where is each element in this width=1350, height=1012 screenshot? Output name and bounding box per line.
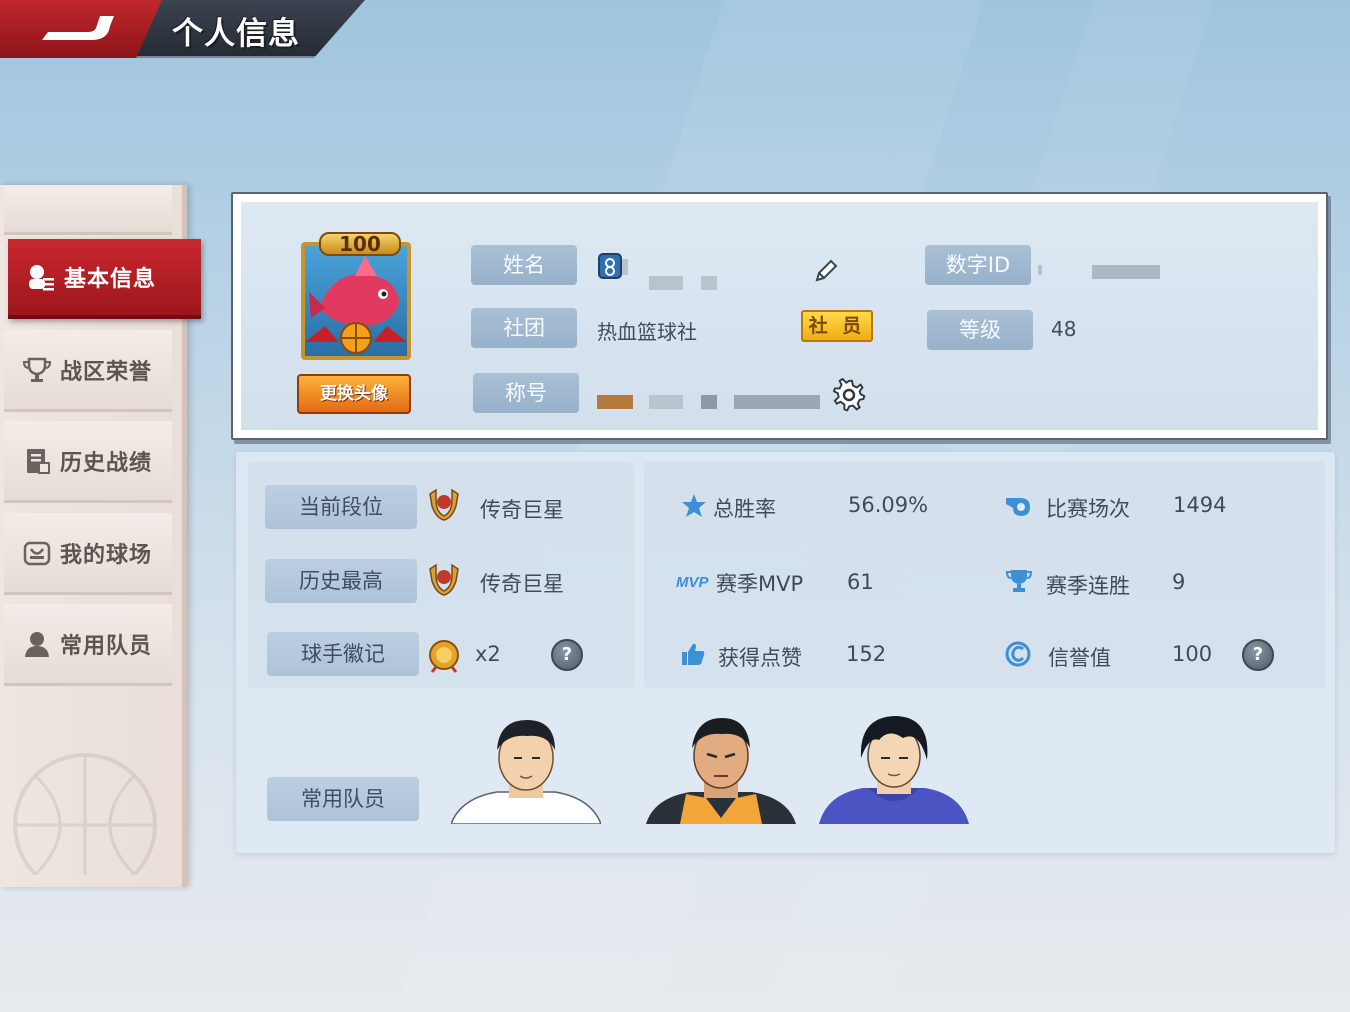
sidebar-item-label: 历史战绩: [60, 450, 153, 476]
sidebar-item-label: 战区荣誉: [60, 359, 153, 385]
back-button[interactable]: [30, 10, 120, 48]
badge-help-button[interactable]: ?: [551, 639, 583, 671]
badge-medal-icon: [429, 640, 459, 673]
title-label: 称号: [473, 373, 579, 413]
sidebar-item-zone-honor[interactable]: 战区荣誉: [4, 330, 172, 412]
sidebar-item-frequent-players[interactable]: 常用队员: [4, 604, 172, 686]
sidebar-item-label: 常用队员: [60, 633, 153, 659]
page-title: 个人信息: [172, 16, 300, 52]
player-portrait-orange-jersey[interactable]: [646, 714, 796, 824]
rank-trophy-icon: [429, 563, 459, 596]
frequent-players-label: 常用队员: [267, 777, 419, 821]
settings-gear-icon[interactable]: [833, 378, 867, 412]
player-silhouette-icon: [22, 629, 52, 659]
win-streak-value: 9: [1172, 570, 1186, 594]
gender-avatar-icon: [598, 253, 628, 279]
profile-panel: 100 更换头像 姓名 数字ID 社团 热血篮球社 社 员 等级 48 称号: [231, 192, 1328, 440]
matches-label: 比赛场次: [1046, 497, 1130, 521]
avatar[interactable]: 100: [301, 232, 411, 360]
sidebar-item-history-record[interactable]: 历史战绩: [4, 421, 172, 503]
win-streak-label: 赛季连胜: [1046, 574, 1130, 598]
profile-card-icon: [26, 262, 56, 292]
court-icon: [22, 538, 52, 568]
level-label: 等级: [927, 310, 1033, 350]
player-portrait-blue-hoodie[interactable]: [819, 714, 969, 824]
club-label: 社团: [471, 308, 577, 348]
likes-value: 152: [846, 642, 887, 666]
player-portrait-white-shirt[interactable]: [451, 714, 601, 824]
current-rank-value: 传奇巨星: [480, 498, 564, 522]
title-redacted: [649, 395, 683, 409]
cup-icon: [1006, 570, 1032, 592]
sidebar-item-basic-info[interactable]: 基本信息: [8, 239, 201, 319]
current-rank-label: 当前段位: [265, 485, 417, 529]
name-label: 姓名: [471, 245, 577, 285]
sidebar-top-spacer: [4, 185, 172, 235]
title-redacted: [734, 395, 820, 409]
name-redacted: [649, 276, 683, 290]
top-header: 个人信息: [0, 0, 370, 58]
win-rate-label: 总胜率: [713, 497, 776, 521]
whistle-icon: [1006, 498, 1030, 516]
title-redacted: [597, 395, 633, 409]
likes-label: 获得点赞: [718, 646, 802, 670]
sidebar-item-my-court[interactable]: 我的球场: [4, 513, 172, 595]
edit-pencil-icon[interactable]: [813, 258, 839, 284]
profile-panel-inner: 100 更换头像 姓名 数字ID 社团 热血篮球社 社 员 等级 48 称号: [241, 202, 1318, 430]
id-redacted: [1092, 265, 1160, 279]
level-value: 48: [1051, 317, 1077, 341]
fish-avatar-icon: [305, 256, 407, 354]
credit-label: 信誉值: [1048, 646, 1111, 670]
club-name: 热血篮球社: [597, 320, 697, 344]
svg-text:MVP: MVP: [676, 574, 710, 591]
sidebar-item-label: 基本信息: [64, 267, 157, 292]
sidebar-item-label: 我的球场: [60, 542, 153, 568]
back-arrow-icon: [36, 16, 114, 40]
season-mvp-label: 赛季MVP: [716, 572, 804, 596]
change-avatar-button[interactable]: 更换头像: [297, 374, 411, 414]
credit-value: 100: [1172, 642, 1213, 666]
id-redacted: [1038, 265, 1042, 275]
matches-value: 1494: [1173, 493, 1227, 517]
credit-icon: [1005, 641, 1031, 667]
thumbs-up-icon: [682, 643, 705, 665]
star-icon: [682, 494, 706, 517]
season-mvp-value: 61: [847, 570, 874, 594]
record-document-icon: [22, 446, 52, 476]
player-badge-label: 球手徽记: [267, 632, 419, 676]
win-rate-value: 56.09%: [848, 493, 929, 517]
player-badge-count: x2: [475, 642, 501, 666]
basketball-watermark-icon: [13, 753, 157, 875]
highest-rank-label: 历史最高: [265, 559, 417, 603]
highest-rank-value: 传奇巨星: [480, 572, 564, 596]
sidebar: 基本信息 战区荣誉 历史战绩 我的球场 常用队员: [0, 185, 201, 887]
stats-panel: 当前段位 传奇巨星 历史最高 传奇巨星 球手徽记 x2 ? 总胜率 56.09%…: [236, 452, 1335, 853]
avatar-level-badge: 100: [319, 232, 401, 256]
trophy-icon: [22, 355, 52, 385]
name-redacted: [701, 276, 717, 290]
credit-help-button[interactable]: ?: [1242, 639, 1274, 671]
title-redacted: [701, 395, 717, 409]
mvp-icon: MVP: [676, 574, 710, 591]
digital-id-label: 数字ID: [925, 245, 1031, 285]
club-role-badge: 社 员: [801, 310, 873, 342]
rank-trophy-icon: [429, 488, 459, 521]
